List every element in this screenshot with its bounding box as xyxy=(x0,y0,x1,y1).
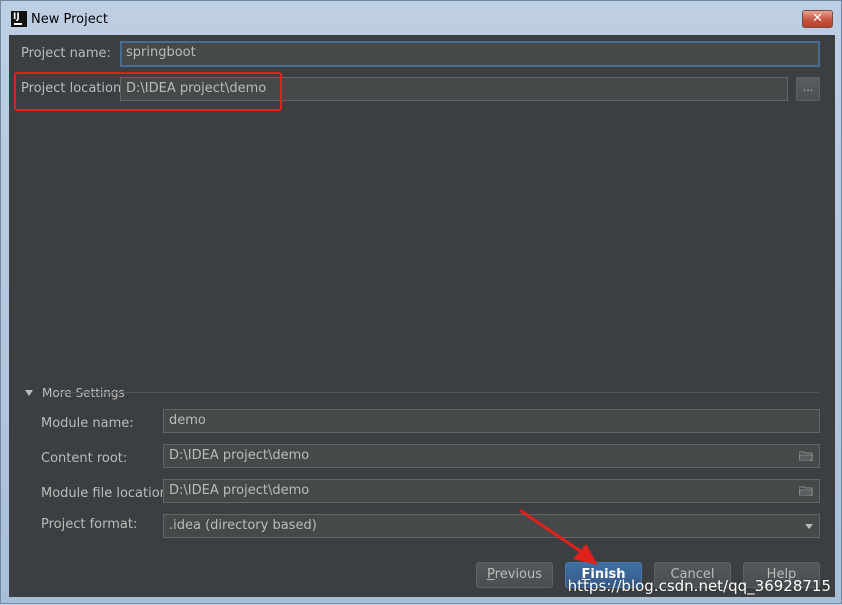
new-project-dialog: IJ New Project ✕ Project name: springboo… xyxy=(0,0,842,604)
red-arrow-annotation xyxy=(519,509,598,565)
watermark-text: https://blog.csdn.net/qq_36928715 xyxy=(567,577,831,595)
